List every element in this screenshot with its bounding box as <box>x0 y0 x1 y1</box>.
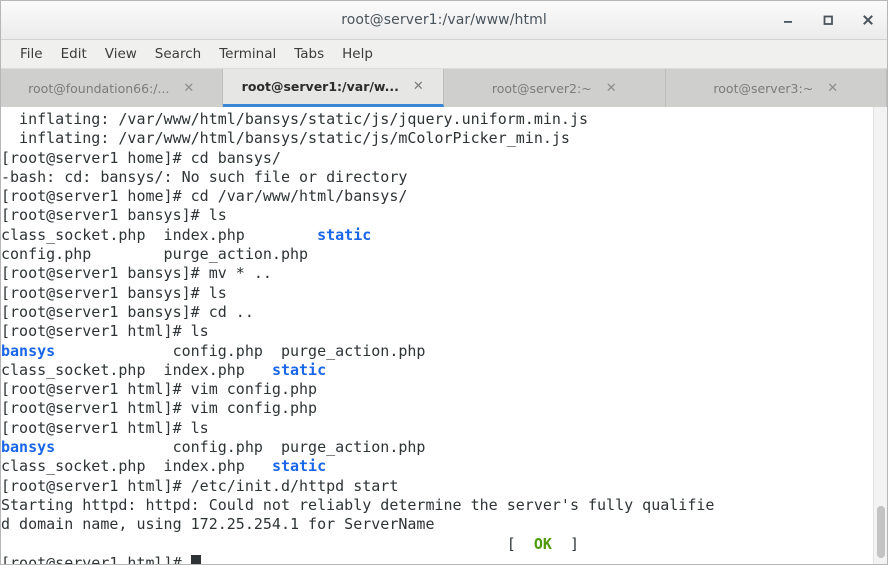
terminal-line: [root@server1 home]# cd bansys/ <box>1 149 873 168</box>
terminal-line: [root@server1 bansys]# ls <box>1 284 873 303</box>
window-title: root@server1:/var/www/html <box>341 12 547 28</box>
terminal-text: [root@server1 html]# /etc/init.d/httpd s… <box>1 476 399 495</box>
terminal-line: class_socket.php index.php static <box>1 226 873 245</box>
directory-name: bansys <box>1 341 56 360</box>
tab-foundation66[interactable]: root@foundation66:/... ✕ <box>1 69 223 107</box>
tab-label: root@server3:~ <box>713 80 814 96</box>
tab-label: root@server1:/var/w... <box>241 79 399 94</box>
menu-item-edit[interactable]: Edit <box>52 43 96 65</box>
terminal-line: [root@server1 html]# ls <box>1 419 873 438</box>
terminal-text: [root@server1 bansys]# mv * .. <box>1 264 272 283</box>
directory-name: static <box>271 457 327 476</box>
tab-server2[interactable]: root@server2:~ ✕ <box>444 69 666 107</box>
terminal-line: class_socket.php index.php static <box>1 457 873 476</box>
terminal-line: bansys config.php purge_action.php <box>1 342 873 361</box>
terminal-window: root@server1:/var/www/html File Edit Vie… <box>0 0 888 565</box>
terminal-line: d domain name, using 172.25.254.1 for Se… <box>1 515 873 534</box>
terminal-text: [root@server1 html]# vim config.php <box>1 399 318 418</box>
terminal-text: config.php purge_action.php <box>1 245 309 264</box>
terminal-line: [root@server1 bansys]# cd .. <box>1 303 873 322</box>
terminal-line: bansys config.php purge_action.php <box>1 438 873 457</box>
terminal-line: inflating: /var/www/html/bansys/static/j… <box>1 129 873 148</box>
maximize-button[interactable] <box>819 11 837 29</box>
terminal-line: [root@server1 html]# ls <box>1 322 873 341</box>
tab-server1[interactable]: root@server1:/var/w... ✕ <box>222 69 444 107</box>
directory-name: static <box>317 225 372 244</box>
terminal-text: [root@server1 html]# ls <box>1 322 209 341</box>
terminal-text: Starting httpd: httpd: Could not reliabl… <box>1 495 715 514</box>
menu-item-terminal[interactable]: Terminal <box>210 43 285 65</box>
terminal-text: config.php purge_action.php <box>55 341 426 360</box>
terminal-text: [root@server1 html]# <box>1 553 191 564</box>
terminal-text: ] <box>551 534 579 553</box>
menu-item-search[interactable]: Search <box>146 43 210 65</box>
terminal-text: config.php purge_action.php <box>55 438 426 457</box>
close-icon[interactable]: ✕ <box>413 80 424 93</box>
terminal-text: inflating: /var/www/html/bansys/static/j… <box>1 129 570 148</box>
tab-server3[interactable]: root@server3:~ ✕ <box>665 69 887 107</box>
terminal-line: [root@server1 bansys]# ls <box>1 206 873 225</box>
directory-name: static <box>271 360 327 379</box>
terminal-line: inflating: /var/www/html/bansys/static/j… <box>1 110 873 129</box>
terminal-area[interactable]: inflating: /var/www/html/bansys/static/j… <box>1 107 887 564</box>
menu-item-view[interactable]: View <box>96 43 146 65</box>
status-ok: OK <box>533 534 552 553</box>
terminal-line: [root@server1 html]# /etc/init.d/httpd s… <box>1 477 873 496</box>
terminal-output[interactable]: inflating: /var/www/html/bansys/static/j… <box>1 107 873 564</box>
window-controls <box>779 1 877 39</box>
terminal-text: -bash: cd: bansys/: No such file or dire… <box>1 167 408 186</box>
tab-bar: root@foundation66:/... ✕ root@server1:/v… <box>1 69 887 107</box>
terminal-line: class_socket.php index.php static <box>1 361 873 380</box>
terminal-text: class_socket.php index.php <box>1 225 318 244</box>
terminal-text: [root@server1 home]# cd bansys/ <box>1 148 281 167</box>
directory-name: bansys <box>1 438 56 457</box>
tab-label: root@server2:~ <box>491 80 592 96</box>
terminal-scrollbar[interactable] <box>873 107 887 564</box>
terminal-text: d domain name, using 172.25.254.1 for Se… <box>1 515 435 534</box>
terminal-line: [root@server1 bansys]# mv * .. <box>1 264 873 283</box>
terminal-text: class_socket.php index.php <box>1 457 272 476</box>
terminal-text: [ <box>1 534 534 553</box>
terminal-text: [root@server1 bansys]# cd .. <box>1 302 254 321</box>
menu-bar: File Edit View Search Terminal Tabs Help <box>1 40 887 69</box>
terminal-line: config.php purge_action.php <box>1 245 873 264</box>
terminal-text: class_socket.php index.php <box>1 360 272 379</box>
terminal-cursor <box>190 554 201 564</box>
close-icon[interactable]: ✕ <box>606 82 617 95</box>
terminal-line: [root@server1 home]# cd /var/www/html/ba… <box>1 187 873 206</box>
terminal-text: [root@server1 bansys]# ls <box>1 283 227 302</box>
terminal-text: [root@server1 html]# ls <box>1 418 209 437</box>
terminal-line: -bash: cd: bansys/: No such file or dire… <box>1 168 873 187</box>
close-button[interactable] <box>859 11 877 29</box>
minimize-button[interactable] <box>779 11 797 29</box>
terminal-line: [root@server1 html]# vim config.php <box>1 399 873 418</box>
terminal-text: [root@server1 html]# vim config.php <box>1 380 318 399</box>
close-icon[interactable]: ✕ <box>827 82 838 95</box>
terminal-line: [root@server1 html]# vim config.php <box>1 380 873 399</box>
terminal-line: [root@server1 html]# <box>1 554 873 564</box>
menu-item-file[interactable]: File <box>11 43 52 65</box>
terminal-line: Starting httpd: httpd: Could not reliabl… <box>1 496 873 515</box>
menu-item-help[interactable]: Help <box>333 43 382 65</box>
terminal-text: inflating: /var/www/html/bansys/static/j… <box>1 110 588 128</box>
terminal-text: [root@server1 bansys]# ls <box>1 206 227 225</box>
scrollbar-thumb[interactable] <box>877 506 885 558</box>
terminal-text: [root@server1 home]# cd /var/www/html/ba… <box>1 187 408 206</box>
terminal-line: [ OK ] <box>1 535 873 554</box>
title-bar: root@server1:/var/www/html <box>1 1 887 40</box>
close-icon[interactable]: ✕ <box>183 82 194 95</box>
menu-item-tabs[interactable]: Tabs <box>285 43 333 65</box>
tab-label: root@foundation66:/... <box>28 80 170 96</box>
